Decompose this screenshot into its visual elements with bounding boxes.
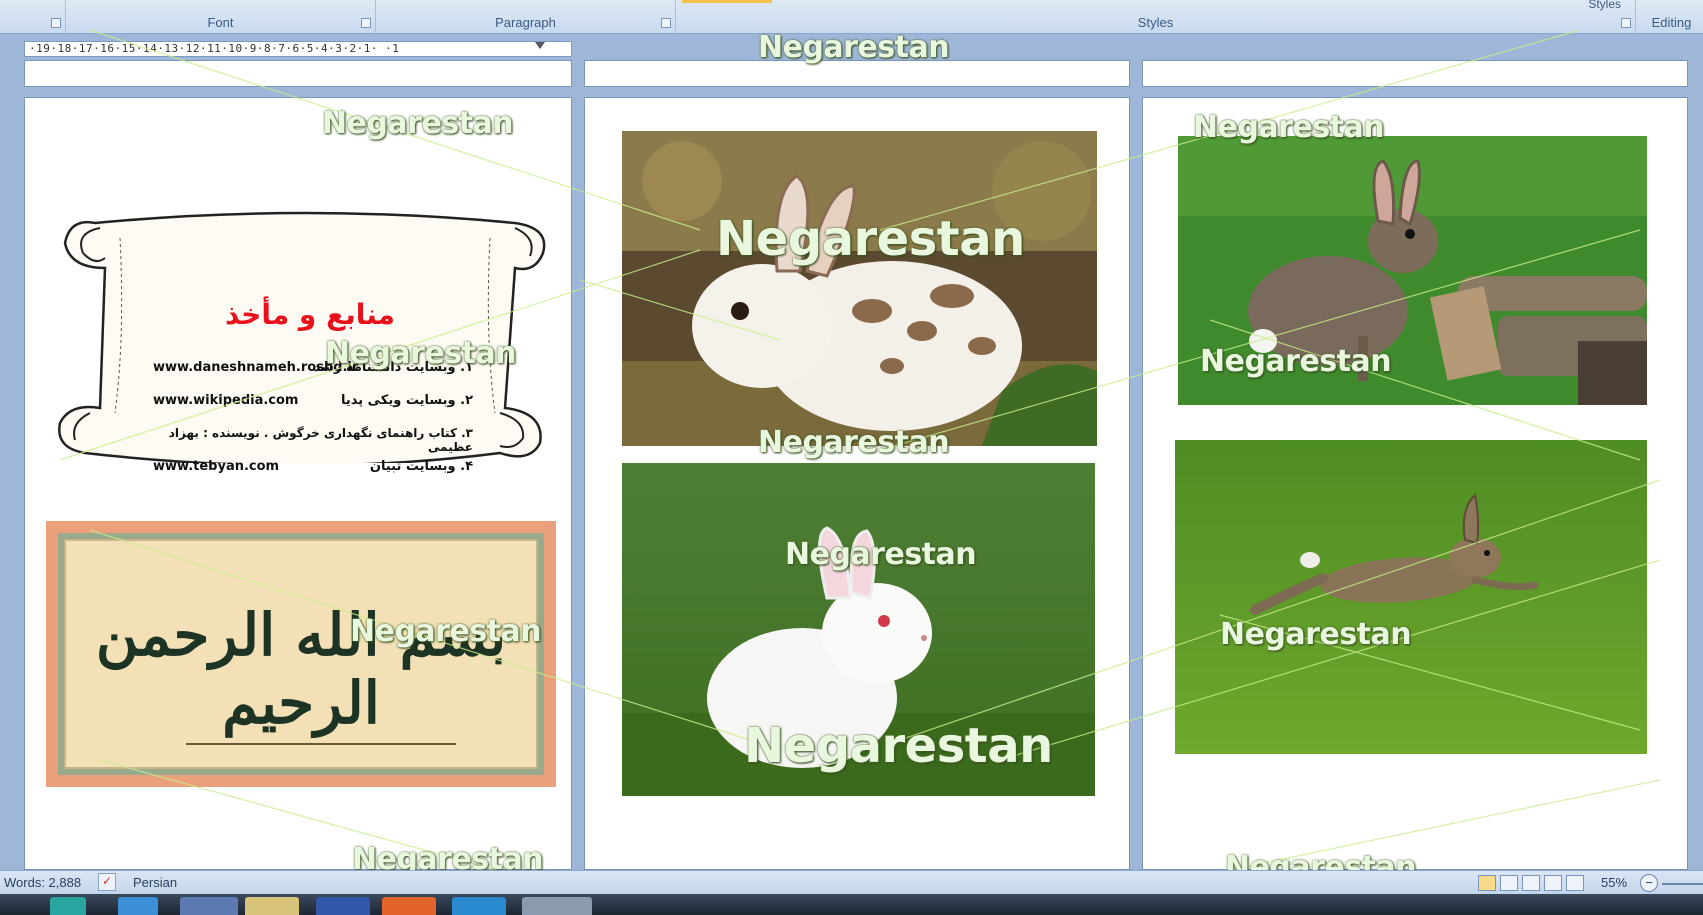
- source-item: ۱. وبسایت دانشنامه رشد www.daneshnameh.r…: [153, 360, 473, 375]
- styles-group-label: Styles: [1137, 15, 1174, 30]
- calligraphy-frame: بسم الله الرحمن الرحیم: [46, 521, 556, 787]
- sources-list: ۱. وبسایت دانشنامه رشد www.daneshnameh.r…: [153, 360, 473, 492]
- clipboard-launcher-icon[interactable]: [51, 18, 61, 28]
- page-bottom-2: [584, 60, 1130, 87]
- page-bottom-1: [24, 60, 572, 87]
- font-launcher-icon[interactable]: [361, 18, 371, 28]
- brown-rabbit-photo[interactable]: [1178, 136, 1647, 405]
- zoom-level[interactable]: 55%: [1601, 875, 1627, 890]
- photoshop-icon[interactable]: [316, 897, 370, 915]
- zoom-slider[interactable]: [1662, 883, 1703, 885]
- web-layout-icon[interactable]: [1522, 875, 1540, 891]
- page-bottom-3: [1142, 60, 1688, 87]
- indent-marker-icon[interactable]: [535, 42, 545, 49]
- clipboard-group: [0, 0, 66, 33]
- page-1[interactable]: منابع و مأخذ ۱. وبسایت دانشنامه رشد www.…: [24, 97, 572, 870]
- paragraph-launcher-icon[interactable]: [661, 18, 671, 28]
- styles-button[interactable]: Styles: [1588, 0, 1621, 11]
- calligraphy-footnote: [186, 743, 456, 745]
- firefox-icon[interactable]: [382, 897, 436, 915]
- brown-rabbit-image: [1178, 136, 1647, 405]
- page-2[interactable]: [584, 97, 1130, 870]
- source-item: ۳. کتاب راهنمای نگهداری خرگوش . نویسنده …: [168, 426, 473, 454]
- font-group: Font: [66, 0, 376, 33]
- running-rabbit-image: [1175, 440, 1647, 754]
- source-url: www.wikipedia.com: [153, 393, 299, 408]
- taskbar-app-icon[interactable]: [50, 897, 86, 915]
- proofing-icon[interactable]: ✓: [98, 873, 116, 891]
- source-item: ۲. وبسایت ویکی پدیا www.wikipedia.com: [153, 393, 473, 408]
- source-item: ۴. وبسایت تبیان www.tebyan.com: [153, 459, 473, 474]
- styles-group: Styles Styles: [676, 0, 1636, 33]
- spotted-rabbit-image: [622, 131, 1097, 446]
- sources-scroll: منابع و مأخذ ۱. وبسایت دانشنامه رشد www.…: [45, 198, 546, 474]
- paint-icon[interactable]: [522, 897, 592, 915]
- outline-icon[interactable]: [1544, 875, 1562, 891]
- sources-title: منابع و مأخذ: [224, 298, 396, 331]
- word-count[interactable]: Words: 2,888: [4, 875, 81, 890]
- horizontal-ruler[interactable]: ·19·18·17·16·15·14·13·12·11·10·9·8·7·6·5…: [24, 41, 572, 57]
- white-rabbit-image: [622, 463, 1095, 796]
- taskbar: [0, 894, 1703, 915]
- paragraph-group-label: Paragraph: [495, 15, 556, 30]
- zoom-out-icon[interactable]: −: [1640, 874, 1658, 892]
- ribbon: Font Paragraph Styles Styles Editing: [0, 0, 1703, 34]
- font-group-label: Font: [207, 15, 234, 30]
- ie-icon[interactable]: [118, 897, 158, 915]
- spotted-rabbit-photo[interactable]: [622, 131, 1097, 446]
- status-bar: Words: 2,888 ✓ Persian 55% −: [0, 870, 1703, 894]
- calligraphy-panel: بسم الله الرحمن الرحیم: [64, 539, 538, 769]
- editing-group: Editing: [1640, 0, 1703, 33]
- source-url: www.tebyan.com: [153, 459, 280, 474]
- style-highlight: [682, 0, 772, 3]
- ruler-numbers: ·19·18·17·16·15·14·13·12·11·10·9·8·7·6·5…: [29, 42, 400, 55]
- print-layout-icon[interactable]: [1478, 875, 1496, 891]
- folder-icon[interactable]: [245, 897, 299, 915]
- language-indicator[interactable]: Persian: [133, 875, 177, 890]
- white-rabbit-photo[interactable]: [622, 463, 1095, 796]
- source-url: www.daneshnameh.roshd.ir: [153, 360, 359, 375]
- page-3[interactable]: [1142, 97, 1688, 870]
- ruler-row: ·19·18·17·16·15·14·13·12·11·10·9·8·7·6·5…: [0, 38, 1703, 60]
- editing-group-label[interactable]: Editing: [1640, 15, 1703, 30]
- running-rabbit-photo[interactable]: [1175, 440, 1647, 754]
- word-icon[interactable]: [180, 897, 238, 915]
- styles-launcher-icon[interactable]: [1621, 18, 1631, 28]
- paragraph-group: Paragraph: [376, 0, 676, 33]
- telegram-icon[interactable]: [452, 897, 506, 915]
- calligraphy-text: بسم الله الرحمن الرحیم: [95, 601, 507, 737]
- full-screen-reading-icon[interactable]: [1500, 875, 1518, 891]
- draft-icon[interactable]: [1566, 875, 1584, 891]
